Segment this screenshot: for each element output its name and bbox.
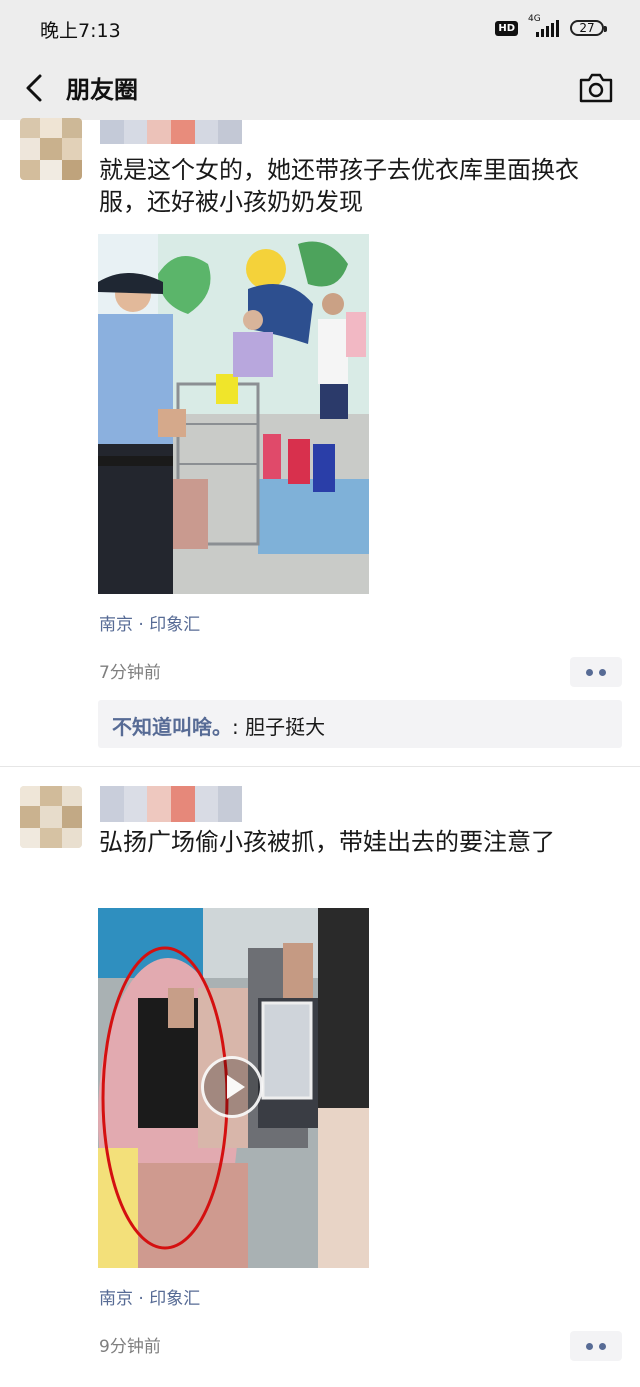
dot-icon [599, 668, 606, 676]
dot-icon [586, 668, 593, 676]
post-time: 9分钟前 [99, 1337, 161, 1357]
post-text: 弘扬广场偷小孩被抓，带娃出去的要注意了 [99, 828, 555, 856]
moment-post: 弘扬广场偷小孩被抓，带娃出去的要注意了 南京 · 印象汇 9分钟前 [0, 768, 640, 1387]
location-link[interactable]: 南京 · 印象汇 [99, 1284, 200, 1309]
comment-author[interactable]: 不知道叫啥。 [112, 715, 232, 739]
back-button[interactable] [18, 68, 58, 108]
hd-icon: HD [495, 20, 518, 36]
photo-image [98, 234, 369, 594]
post-text: 就是这个女的，她还带孩子去优衣库里面换衣服，还好被小孩奶奶发现 [99, 156, 579, 216]
moment-post: 就是这个女的，她还带孩子去优衣库里面换衣服，还好被小孩奶奶发现 南京 · 印象汇… [0, 118, 640, 766]
signal-icon: 4G [526, 14, 562, 38]
comment: 不知道叫啥。: 胆子挺大 [112, 711, 325, 740]
dot-icon [586, 1342, 593, 1350]
battery-level: 27 [579, 21, 595, 35]
post-divider [0, 766, 640, 767]
avatar[interactable] [20, 118, 82, 180]
comment-text: : 胆子挺大 [232, 715, 326, 739]
post-video[interactable] [98, 908, 369, 1268]
author-name[interactable] [100, 786, 243, 822]
location-link[interactable]: 南京 · 印象汇 [99, 610, 200, 635]
dot-icon [599, 1342, 606, 1350]
camera-button[interactable] [576, 68, 616, 108]
avatar[interactable] [20, 786, 82, 848]
status-bar: 晚上7:13 HD 4G 27 [0, 0, 640, 56]
page-title: 朋友圈 [66, 76, 138, 104]
camera-icon [579, 73, 613, 103]
post-photo[interactable] [98, 234, 369, 594]
comment-area: 不知道叫啥。: 胆子挺大 [98, 700, 622, 748]
status-time: 晚上7:13 [40, 20, 121, 42]
post-time: 7分钟前 [99, 663, 161, 683]
nav-bar: 朋友圈 [0, 56, 640, 120]
battery-icon: 27 [570, 20, 607, 36]
author-name[interactable] [100, 120, 243, 144]
more-button[interactable] [570, 657, 622, 687]
chevron-left-icon [26, 74, 42, 102]
status-icons: HD 4G 27 [495, 14, 607, 38]
more-button[interactable] [570, 1331, 622, 1361]
play-icon[interactable] [201, 1056, 263, 1118]
